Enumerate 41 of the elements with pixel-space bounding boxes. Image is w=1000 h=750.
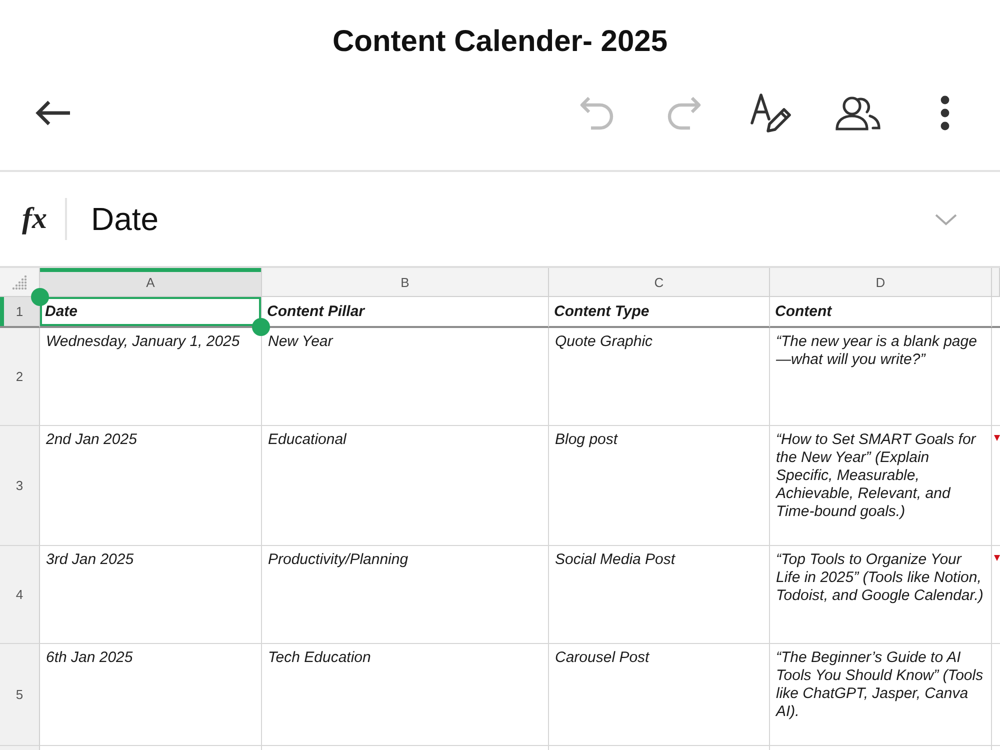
table-cell: “Top Tools to Organize Your Life in 2025” (Tools like Notion, Todoist, and Google Calendar.) (770, 546, 992, 644)
select-all-icon[interactable] (12, 274, 27, 290)
row-header[interactable]: 1 (0, 297, 40, 328)
selection-handle[interactable] (252, 318, 270, 336)
table-cell: Carousel Post (549, 644, 770, 746)
row-header[interactable]: 5 (0, 644, 40, 746)
column-header[interactable]: B (262, 268, 549, 297)
function-button[interactable]: fx (22, 202, 47, 236)
header-cell: Date (40, 297, 262, 328)
table-cell: Social Media Post (549, 546, 770, 644)
table-cell: “The Beginner’s Guide to AI Tools You Should Know” (Tools like ChatGPT, Jasper, Canva AI). (770, 644, 992, 746)
table-cell: 2nd Jan 2025 (40, 426, 262, 546)
table-cell: 3rd Jan 2025 (40, 546, 262, 644)
header-cell: Content Pillar (262, 297, 549, 328)
row-header[interactable]: 3 (0, 426, 40, 546)
table-cell: Quote Graphic (549, 328, 770, 426)
table-cell: 6th Jan 2025 (40, 644, 262, 746)
column-header[interactable]: D (770, 268, 992, 297)
chevron-down-icon[interactable] (934, 212, 958, 226)
redo-icon (666, 96, 702, 130)
table-cell: “How to Set SMART Goals for the New Year” (Explain Specific, Measurable, Achievable, Relevant, and Time-bound goals.) (770, 426, 992, 546)
table-cell: Blog post (549, 426, 770, 546)
text-pen-icon (750, 93, 792, 133)
header-cell: Content (770, 297, 992, 328)
formula-field[interactable]: Date (91, 200, 934, 238)
table-cell: Productivity/Planning (262, 546, 549, 644)
table-cell: Tech Education (262, 644, 549, 746)
header-cell: Content Type (549, 297, 770, 328)
undo-icon (579, 96, 615, 130)
arrow-left-icon (34, 99, 72, 127)
row-header[interactable]: 2 (0, 328, 40, 426)
table-cell: Wednesday, January 1, 2025 (40, 328, 262, 426)
table-cell: “The new year is a blank page—what will you write?” (770, 328, 992, 426)
document-title: Content Calender- 2025 (332, 25, 668, 59)
more-vertical-icon (940, 95, 950, 131)
column-header[interactable]: C (549, 268, 770, 297)
column-header[interactable]: A (40, 268, 262, 297)
table-cell: New Year (262, 328, 549, 426)
table-cell: Educational (262, 426, 549, 546)
people-icon (835, 95, 881, 131)
row-header[interactable]: 4 (0, 546, 40, 644)
